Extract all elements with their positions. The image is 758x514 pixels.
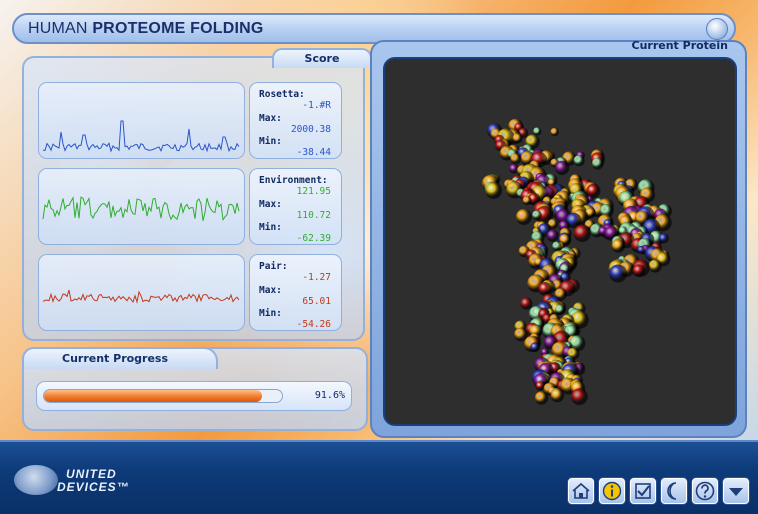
rosetta-min-value: -38.44	[296, 147, 331, 158]
environment-score-line	[42, 196, 240, 222]
globe-icon	[14, 465, 58, 495]
atom-sphere	[632, 264, 646, 278]
rosetta-min-label: Min:	[259, 136, 282, 147]
environment-label: Environment:	[259, 175, 328, 186]
pair-label: Pair:	[259, 261, 288, 272]
home-button[interactable]	[568, 478, 594, 504]
brand-line1: UNITED	[66, 467, 117, 481]
progress-label: Current Progress	[62, 352, 169, 365]
help-button[interactable]	[692, 478, 718, 504]
rosetta-graph	[38, 82, 245, 159]
score-tab: Score	[272, 48, 372, 68]
brand-line2: DEVICES™	[57, 480, 130, 494]
close-button[interactable]	[706, 18, 728, 40]
environment-max-label: Max:	[259, 199, 282, 210]
progress-bar	[43, 389, 283, 403]
atom-sphere	[658, 233, 669, 244]
menu-down-button[interactable]	[723, 478, 749, 504]
window-title: HUMAN PROTEOME FOLDING	[28, 20, 264, 37]
rosetta-label: Rosetta:	[259, 89, 305, 100]
atom-sphere	[648, 259, 662, 273]
protein-label: Current Protein	[631, 39, 729, 52]
checkbox-icon	[635, 483, 651, 499]
app-window: HUMAN PROTEOME FOLDING Score Rosetta: -1…	[0, 0, 758, 514]
score-label: Score	[304, 52, 340, 65]
rosetta-max-value: 2000.38	[290, 124, 331, 135]
pair-max-value: 65.01	[302, 296, 331, 307]
atom-sphere	[510, 153, 522, 165]
progress-bar-fill	[44, 390, 262, 402]
atom-sphere	[573, 155, 585, 167]
rosetta-stats: Rosetta: -1.#R Max: 2000.38 Min: -38.44	[249, 82, 342, 159]
pair-min-value: -54.26	[296, 319, 331, 330]
atom-sphere	[532, 210, 542, 221]
atom-sphere	[573, 224, 591, 242]
united-devices-logo: UNITED DEVICES™	[14, 461, 144, 501]
info-button[interactable]	[599, 478, 625, 504]
atom-sphere	[515, 209, 532, 225]
atom-sphere	[485, 182, 502, 199]
protein-molecule[interactable]	[385, 59, 735, 424]
environment-value: 121.95	[296, 186, 331, 197]
atom-sphere	[609, 264, 628, 283]
moon-button[interactable]	[661, 478, 687, 504]
atom-sphere	[522, 196, 532, 206]
atom-sphere	[530, 342, 540, 353]
atom-sphere	[538, 282, 552, 296]
protein-tab: Current Protein	[598, 38, 746, 56]
progress-panel: Current Progress 91.6%	[22, 347, 368, 431]
environment-stats: Environment: 121.95 Max: 110.72 Min: -62…	[249, 168, 342, 245]
rosetta-score-line	[42, 120, 240, 153]
atom-sphere	[591, 157, 604, 170]
atom-sphere	[550, 388, 565, 403]
atom-sphere	[533, 127, 542, 136]
house-icon	[572, 482, 590, 499]
environment-max-value: 110.72	[296, 210, 331, 221]
atom-sphere	[546, 229, 559, 242]
atom-sphere	[550, 127, 559, 137]
triangle-down-icon	[729, 488, 743, 496]
pair-stats: Pair: -1.27 Max: 65.01 Min: -54.26	[249, 254, 342, 331]
atom-sphere	[611, 239, 626, 253]
protein-panel: Current Protein	[370, 38, 747, 438]
environment-min-value: -62.39	[296, 233, 331, 244]
rosetta-value: -1.#R	[302, 100, 331, 111]
atom-sphere	[555, 304, 566, 315]
atom-sphere	[552, 241, 562, 252]
atom-sphere	[512, 133, 523, 144]
environment-min-label: Min:	[259, 222, 282, 233]
atom-sphere	[534, 391, 549, 405]
check-button[interactable]	[630, 478, 656, 504]
atom-sphere	[571, 388, 588, 406]
info-icon	[602, 481, 622, 501]
environment-graph	[38, 168, 245, 245]
atom-sphere	[520, 297, 533, 310]
pair-max-label: Max:	[259, 285, 282, 296]
pair-score-line	[42, 289, 240, 304]
pair-value: -1.27	[302, 272, 331, 283]
progress-tab: Current Progress	[22, 347, 218, 369]
atom-sphere	[637, 245, 646, 255]
score-panel: Score Rosetta: -1.#R Max: 2000.38 Min: -…	[22, 48, 372, 341]
rosetta-max-label: Max:	[259, 113, 282, 124]
pair-graph	[38, 254, 245, 331]
question-icon	[695, 481, 715, 501]
progress-percent: 91.6%	[314, 390, 345, 401]
atom-sphere	[554, 160, 570, 176]
moon-icon	[667, 482, 677, 500]
pair-min-label: Min:	[259, 308, 282, 319]
protein-viewer[interactable]	[383, 57, 737, 426]
progress-box: 91.6%	[36, 381, 352, 411]
